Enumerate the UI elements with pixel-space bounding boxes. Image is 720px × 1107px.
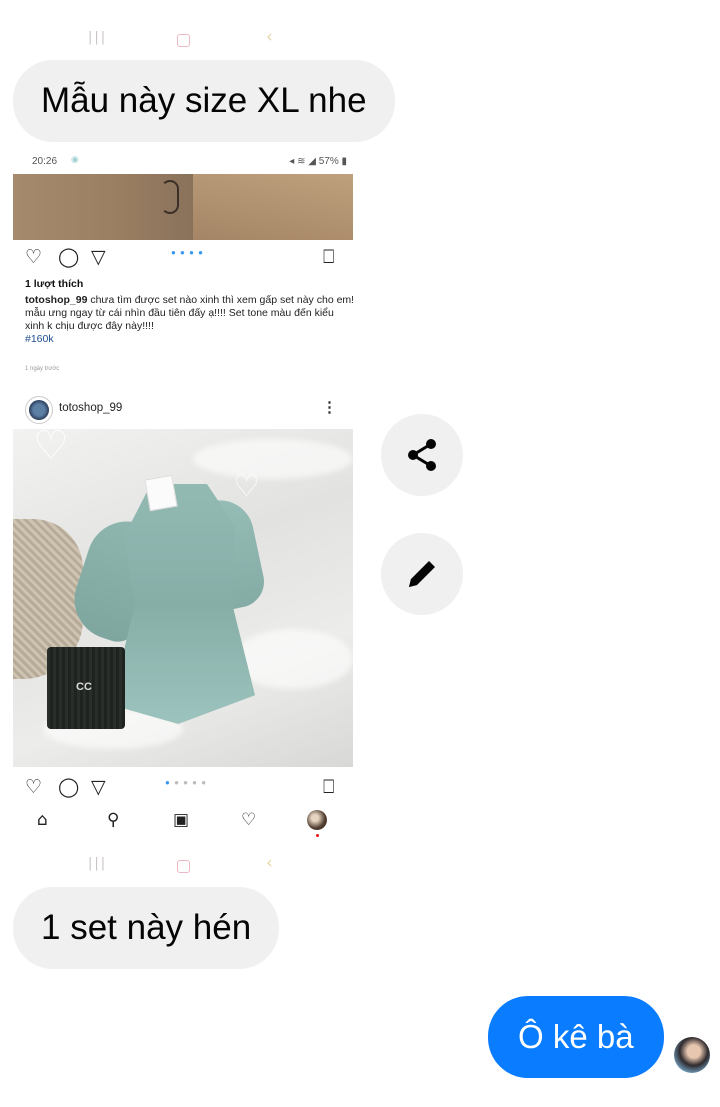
heart-icon: ♡ (25, 776, 43, 798)
caption-username: totoshop_99 (25, 294, 88, 306)
post-caption: totoshop_99 chưa tìm được set nào xinh t… (25, 294, 353, 346)
post-actions-bottom: ♡ ◯ ▽ ● ● ● ● ● ⎕ (13, 774, 353, 802)
edit-button[interactable] (381, 533, 463, 615)
home-icon (177, 860, 190, 873)
heart-icon: ♡ (25, 246, 43, 268)
system-nav-bottom: ||| ‹ (0, 852, 360, 880)
incoming-message[interactable]: Mẫu này size XL nhe (13, 60, 395, 142)
notification-icon: ◉ (71, 154, 79, 164)
home-icon: ⌂ (37, 810, 48, 830)
carousel-dots: ● ● ● ● (171, 248, 204, 257)
recents-icon: ||| (88, 30, 108, 45)
profile-avatar (307, 810, 327, 830)
more-options-icon: ⋮ (322, 399, 337, 416)
incoming-message[interactable]: 1 set này hén (13, 887, 280, 969)
outgoing-message[interactable]: Ô kê bà (488, 996, 664, 1078)
home-icon (177, 34, 190, 47)
product-photo: ♡ ♡ CC (13, 429, 353, 767)
pencil-icon (409, 561, 435, 587)
share-button[interactable] (381, 414, 463, 496)
activity-heart-icon: ♡ (241, 810, 257, 830)
back-icon: ‹ (266, 27, 273, 47)
send-icon: ▽ (91, 776, 106, 798)
caption-hashtag: #160k (25, 333, 54, 345)
bag-logo: CC (76, 681, 92, 693)
shop-avatar (25, 396, 53, 424)
bookmark-icon: ⎕ (323, 246, 335, 268)
like-count: 1 lượt thích (25, 278, 84, 290)
share-icon (408, 439, 436, 471)
sender-avatar[interactable] (674, 1037, 710, 1073)
instagram-bottom-nav: ⌂ ⚲ ▣ ♡ (13, 806, 353, 842)
status-time: 20:26 (32, 156, 58, 167)
heart-doodle: ♡ (33, 429, 69, 469)
carousel-dots: ● ● ● ● ● (165, 778, 208, 787)
price-tag (144, 474, 178, 512)
search-icon: ⚲ (107, 810, 120, 830)
phone-status-bar: 20:26 ◉ ◂ ≋ ◢ 57% ▮ (13, 148, 353, 174)
send-icon: ▽ (91, 246, 106, 268)
post-header: totoshop_99 ⋮ (13, 392, 353, 426)
previous-post-photo (13, 174, 353, 240)
comment-icon: ◯ (58, 246, 80, 268)
post-time-ago: 1 ngày trước (25, 366, 60, 372)
post-actions-top: ♡ ◯ ▽ ● ● ● ● ⎕ (13, 244, 353, 272)
back-icon: ‹ (266, 853, 273, 873)
black-handbag: CC (47, 647, 125, 729)
heart-doodle: ♡ (233, 469, 260, 504)
shared-screenshot[interactable]: 20:26 ◉ ◂ ≋ ◢ 57% ▮ ♡ ◯ ▽ ● ● ● ● ⎕ 1 lư… (13, 148, 353, 848)
comment-icon: ◯ (58, 776, 80, 798)
system-nav-top: ||| ‹ (0, 26, 360, 54)
reels-icon: ▣ (173, 810, 190, 830)
status-battery: ◂ ≋ ◢ 57% ▮ (289, 156, 347, 167)
post-username: totoshop_99 (59, 402, 123, 414)
recents-icon: ||| (88, 856, 108, 871)
bookmark-icon: ⎕ (323, 776, 335, 798)
